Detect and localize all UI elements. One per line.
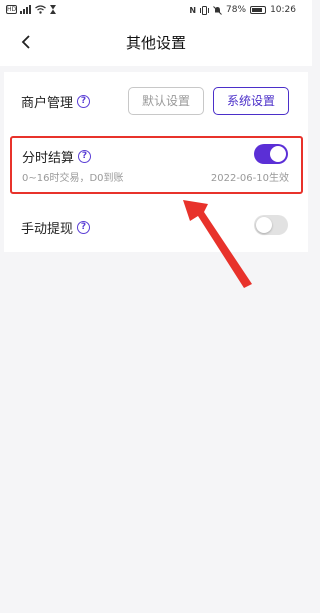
clock: 10:26 [270,5,296,15]
manual-withdraw-label: 手动提现 [21,222,74,237]
battery-icon [250,6,267,14]
toggle-knob [270,146,286,162]
page-title: 其他设置 [125,34,186,52]
status-bar-right: N 78% 10:26 [189,5,296,15]
merchant-management-row: 商户管理 ? [21,92,91,111]
mute-bell-icon [213,5,222,15]
default-settings-button[interactable]: 默认设置 [128,87,204,115]
hd-indicator: HD [6,5,17,14]
signal-icon [20,5,31,14]
help-icon-merchant[interactable]: ? [77,95,91,108]
nfc-icon: N [189,5,197,15]
toggle-knob [256,217,272,233]
manual-withdraw-toggle[interactable] [254,215,288,235]
split-settlement-description: 0~16时交易，D0到账 [22,173,124,184]
help-icon-manual-withdraw[interactable]: ? [77,221,91,234]
split-settlement-toggle[interactable] [254,144,288,164]
merchant-management-label: 商户管理 [21,96,74,111]
split-settlement-row: 分时结算 ? [22,147,92,166]
system-settings-button[interactable]: 系统设置 [213,87,289,115]
split-settlement-label: 分时结算 [22,151,75,166]
status-bar-left: HD [6,5,57,14]
vibrate-icon [200,5,210,15]
split-settlement-effective-date: 2022-06-10生效 [210,173,289,184]
top-nav-bar: 其他设置 [0,22,312,66]
manual-withdraw-row: 手动提现 ? [21,218,91,237]
wifi-icon [35,5,46,14]
battery-percent: 78% [226,5,247,15]
status-bar: HD N 78% 10:26 [0,0,312,22]
help-icon-split-settlement[interactable]: ? [78,150,92,163]
hourglass-icon [50,5,56,14]
